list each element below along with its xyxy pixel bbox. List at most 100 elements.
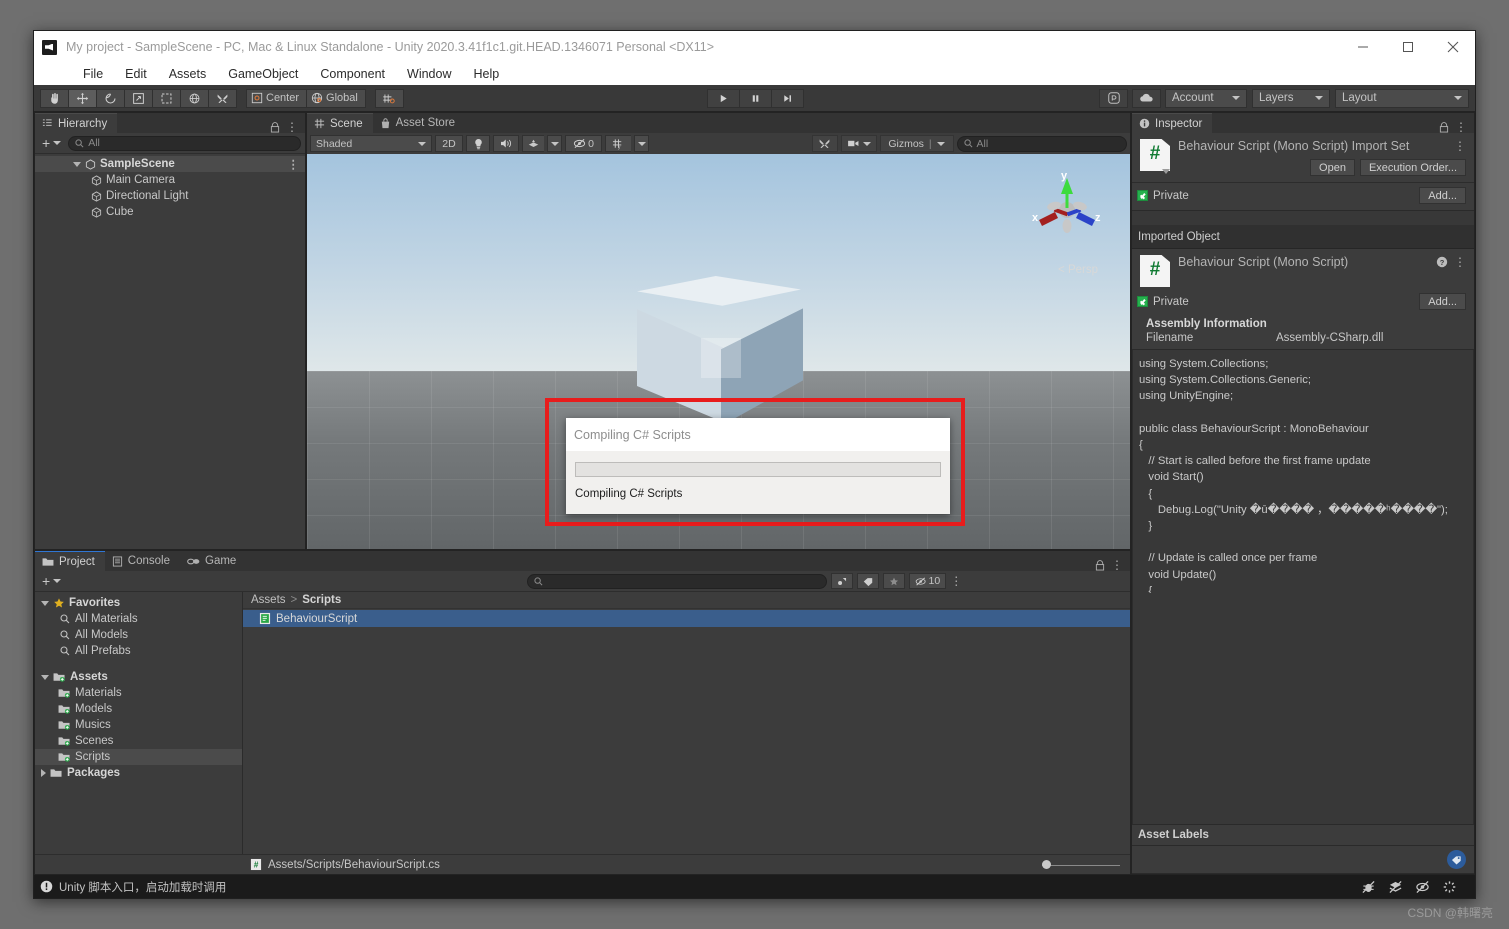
filter-by-label-button[interactable] — [857, 573, 879, 589]
scene-visibility-button[interactable]: 0 — [565, 135, 602, 152]
favorite-all-prefabs[interactable]: All Prefabs — [35, 643, 242, 659]
draw-mode-dropdown[interactable]: Shaded — [310, 135, 432, 152]
perspective-toggle[interactable]: < Persp — [1058, 264, 1098, 276]
scene-audio-button[interactable] — [493, 135, 519, 152]
assets-folder-scenes[interactable]: Scenes — [35, 733, 242, 749]
tab-scene[interactable]: Scene — [307, 113, 373, 133]
assets-folder-musics[interactable]: Musics — [35, 717, 242, 733]
rect-tool-button[interactable] — [152, 89, 181, 108]
add-button[interactable]: Add... — [1419, 187, 1466, 204]
assets-group[interactable]: Assets — [35, 669, 242, 685]
thumbnail-size-slider[interactable] — [1042, 858, 1120, 872]
menu-component[interactable]: Component — [309, 63, 396, 85]
favorites-group[interactable]: Favorites — [35, 595, 242, 611]
scene-fx-dropdown[interactable] — [547, 135, 562, 152]
execution-order-button[interactable]: Execution Order... — [1360, 159, 1466, 176]
grid-snapping-button[interactable] — [375, 89, 404, 108]
favorite-all-materials[interactable]: All Materials — [35, 611, 242, 627]
asset-row-behaviour-script[interactable]: BehaviourScript — [243, 610, 1130, 627]
tab-project[interactable]: Project — [35, 551, 105, 571]
rotate-tool-button[interactable] — [96, 89, 125, 108]
assets-folder-models[interactable]: Models — [35, 701, 242, 717]
toggle-2d-button[interactable]: 2D — [435, 135, 463, 152]
lock-icon[interactable] — [1095, 560, 1105, 571]
tab-hierarchy[interactable]: Hierarchy — [35, 113, 117, 133]
maximize-button[interactable] — [1385, 31, 1430, 63]
breadcrumb-scripts[interactable]: Scripts — [302, 594, 341, 606]
mono-script-menu-icon[interactable]: ⋮ — [1454, 256, 1466, 268]
layout-dropdown[interactable]: Layout — [1335, 89, 1469, 108]
hand-tool-button[interactable] — [40, 89, 69, 108]
hierarchy-scene-row[interactable]: SampleScene ⋮ — [35, 156, 305, 172]
project-menu-icon[interactable]: ⋮ — [1111, 559, 1123, 571]
lock-icon[interactable] — [270, 122, 280, 133]
close-button[interactable] — [1430, 31, 1475, 63]
chevron-down-icon[interactable] — [1162, 169, 1170, 174]
import-settings-menu-icon[interactable]: ⋮ — [1454, 140, 1466, 152]
pivot-rotation-button[interactable]: Global — [306, 89, 366, 108]
scene-camera-button[interactable] — [841, 135, 877, 152]
favorite-all-models[interactable]: All Models — [35, 627, 242, 643]
tab-game[interactable]: Game — [180, 551, 246, 571]
breadcrumb-assets[interactable]: Assets — [251, 594, 286, 606]
scene-fx-button[interactable] — [522, 135, 544, 152]
filter-favorites-button[interactable] — [883, 573, 905, 589]
hierarchy-item-directional-light[interactable]: Directional Light — [35, 188, 305, 204]
menu-edit[interactable]: Edit — [114, 63, 158, 85]
scene-tools-button[interactable] — [812, 135, 838, 152]
open-button[interactable]: Open — [1310, 159, 1355, 176]
scene-grid-button[interactable]: y — [605, 135, 631, 152]
packages-group[interactable]: Packages — [35, 765, 242, 781]
scene-search-input[interactable]: All — [957, 136, 1128, 152]
pause-button[interactable] — [739, 89, 772, 108]
chevron-down-icon[interactable] — [41, 675, 49, 680]
private-checkbox[interactable] — [1137, 190, 1148, 201]
minimize-button[interactable] — [1340, 31, 1385, 63]
scene-view-gizmo[interactable]: y x z — [1030, 172, 1104, 242]
hierarchy-item-main-camera[interactable]: Main Camera — [35, 172, 305, 188]
project-hidden-count-button[interactable]: 10 — [909, 573, 946, 589]
scene-lighting-button[interactable] — [466, 135, 490, 152]
help-icon[interactable]: ? — [1436, 256, 1448, 268]
menu-assets[interactable]: Assets — [158, 63, 218, 85]
tab-console[interactable]: Console — [105, 551, 180, 571]
hierarchy-item-cube[interactable]: Cube — [35, 204, 305, 220]
hierarchy-menu-icon[interactable]: ⋮ — [286, 121, 298, 133]
scene-grid-dropdown[interactable] — [634, 135, 649, 152]
chevron-down-icon[interactable] — [41, 601, 49, 606]
move-tool-button[interactable] — [68, 89, 97, 108]
project-create-button[interactable]: + — [39, 573, 64, 589]
chevron-down-icon[interactable] — [73, 162, 81, 167]
hierarchy-add-button[interactable]: + — [39, 135, 64, 151]
cloud-button[interactable] — [1132, 89, 1161, 108]
label-tag-button[interactable] — [1447, 850, 1466, 869]
menu-window[interactable]: Window — [396, 63, 462, 85]
inspector-menu-icon[interactable]: ⋮ — [1455, 121, 1467, 133]
pivot-mode-button[interactable]: Center — [246, 89, 307, 108]
gizmos-dropdown[interactable]: Gizmos | — [880, 135, 954, 152]
slider-knob[interactable] — [1042, 860, 1051, 869]
transform-tool-button[interactable] — [180, 89, 209, 108]
assets-folder-scripts[interactable]: Scripts — [35, 749, 242, 765]
scene-menu-icon[interactable]: ⋮ — [288, 157, 300, 171]
lock-icon[interactable] — [1439, 122, 1449, 133]
bug-off-icon[interactable] — [1361, 880, 1376, 894]
menu-file[interactable]: File — [72, 63, 114, 85]
chevron-right-icon[interactable] — [41, 769, 46, 777]
project-search-input[interactable] — [527, 574, 827, 589]
tab-asset-store[interactable]: Asset Store — [373, 113, 465, 133]
tab-inspector[interactable]: Inspector — [1132, 113, 1212, 133]
asset-labels-area[interactable] — [1132, 846, 1474, 874]
project-options-icon[interactable]: ⋮ — [950, 575, 962, 587]
private-checkbox[interactable] — [1137, 296, 1148, 307]
play-button[interactable] — [707, 89, 740, 108]
layers-dropdown[interactable]: Layers — [1252, 89, 1330, 108]
layers-off-icon[interactable] — [1388, 880, 1403, 894]
hierarchy-search-input[interactable]: All — [68, 136, 301, 151]
scale-tool-button[interactable] — [124, 89, 153, 108]
eye-off-icon[interactable] — [1415, 880, 1430, 894]
step-button[interactable] — [771, 89, 804, 108]
custom-tools-button[interactable] — [208, 89, 237, 108]
menu-help[interactable]: Help — [462, 63, 510, 85]
assets-folder-materials[interactable]: Materials — [35, 685, 242, 701]
